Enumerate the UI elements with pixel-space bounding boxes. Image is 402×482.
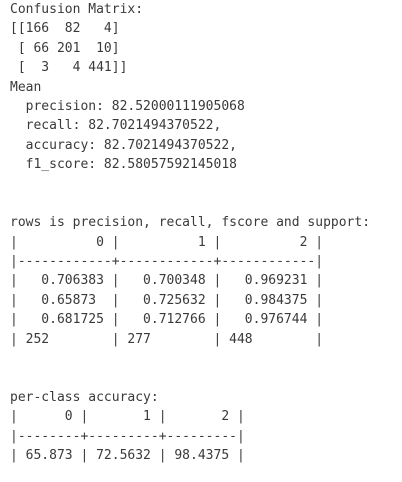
report-row-support: | 252 | 277 | 448 | bbox=[10, 331, 324, 347]
report-row-fscore: | 0.681725 | 0.712766 | 0.976744 | bbox=[10, 312, 324, 328]
report-title: rows is precision, recall, fscore and su… bbox=[10, 215, 371, 231]
mean-precision: precision: 82.52000111905068 bbox=[10, 98, 245, 114]
per-class-separator: |--------+---------+---------| bbox=[10, 428, 245, 444]
mean-accuracy: accuracy: 82.7021494370522, bbox=[10, 137, 237, 153]
per-class-values-row: | 65.873 | 72.5632 | 98.4375 | bbox=[10, 447, 245, 463]
report-header-row: | 0 | 1 | 2 | bbox=[10, 234, 324, 250]
mean-recall: recall: 82.7021494370522, bbox=[10, 118, 222, 134]
confusion-matrix-row: [[166 82 4] bbox=[10, 21, 120, 37]
cell-output: Confusion Matrix: [[166 82 4] [ 66 201 1… bbox=[0, 0, 402, 482]
mean-title: Mean bbox=[10, 79, 42, 95]
report-row-precision: | 0.706383 | 0.700348 | 0.969231 | bbox=[10, 273, 324, 289]
report-row-recall: | 0.65873 | 0.725632 | 0.984375 | bbox=[10, 292, 324, 308]
confusion-matrix-row: [ 66 201 10] bbox=[10, 40, 120, 56]
mean-f1-score: f1_score: 82.58057592145018 bbox=[10, 157, 237, 173]
confusion-matrix-title: Confusion Matrix: bbox=[10, 2, 144, 17]
report-separator: |------------+------------+------------| bbox=[10, 254, 324, 270]
per-class-title: per-class accuracy: bbox=[10, 389, 159, 405]
per-class-header-row: | 0 | 1 | 2 | bbox=[10, 409, 245, 425]
confusion-matrix-row: [ 3 4 441]] bbox=[10, 60, 128, 76]
